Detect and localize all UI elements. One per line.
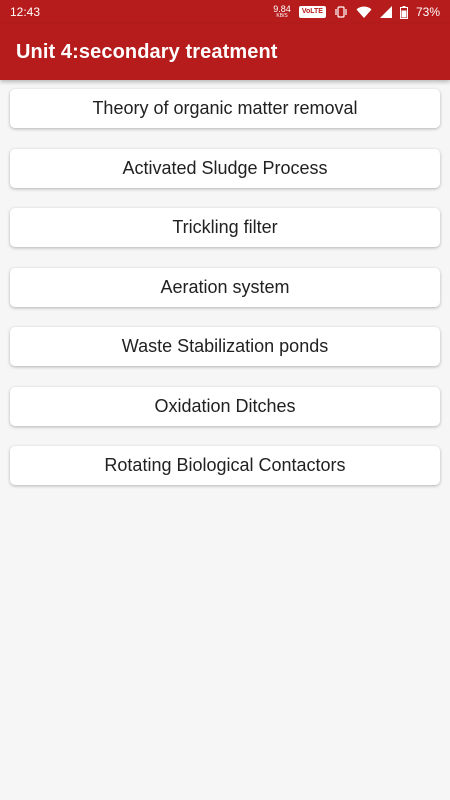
- topic-button-rotating-biological-contactors[interactable]: Rotating Biological Contactors: [10, 446, 440, 485]
- topic-button-activated-sludge-process[interactable]: Activated Sludge Process: [10, 148, 440, 188]
- topic-button-aeration-system[interactable]: Aeration system: [10, 267, 440, 307]
- network-speed-unit: KB/S: [276, 13, 288, 19]
- battery-icon: [399, 5, 408, 19]
- topic-button-oxidation-ditches[interactable]: Oxidation Ditches: [10, 386, 440, 426]
- topic-button-trickling-filter[interactable]: Trickling filter: [10, 208, 440, 247]
- status-bar: 12:43 9.84 KB/S VoLTE 73%: [0, 0, 450, 24]
- wifi-icon: [356, 6, 372, 18]
- network-speed-value: 9.84: [273, 4, 291, 14]
- battery-percent: 73%: [415, 5, 440, 19]
- app-bar: Unit 4:secondary treatment: [0, 24, 450, 80]
- status-time: 12:43: [10, 5, 41, 19]
- vibrate-icon: [334, 6, 348, 18]
- page-title: Unit 4:secondary treatment: [16, 40, 278, 63]
- topic-button-theory-of-organic-matter-removal[interactable]: Theory of organic matter removal: [10, 89, 440, 128]
- network-speed: 9.84 KB/S: [273, 4, 291, 20]
- topic-button-waste-stabilization-ponds[interactable]: Waste Stabilization ponds: [10, 327, 440, 366]
- topic-list: Theory of organic matter removal Activat…: [10, 89, 440, 506]
- signal-icon: [379, 6, 392, 18]
- status-icons: 9.84 KB/S VoLTE 73%: [273, 4, 440, 20]
- volte-badge: VoLTE: [298, 6, 326, 18]
